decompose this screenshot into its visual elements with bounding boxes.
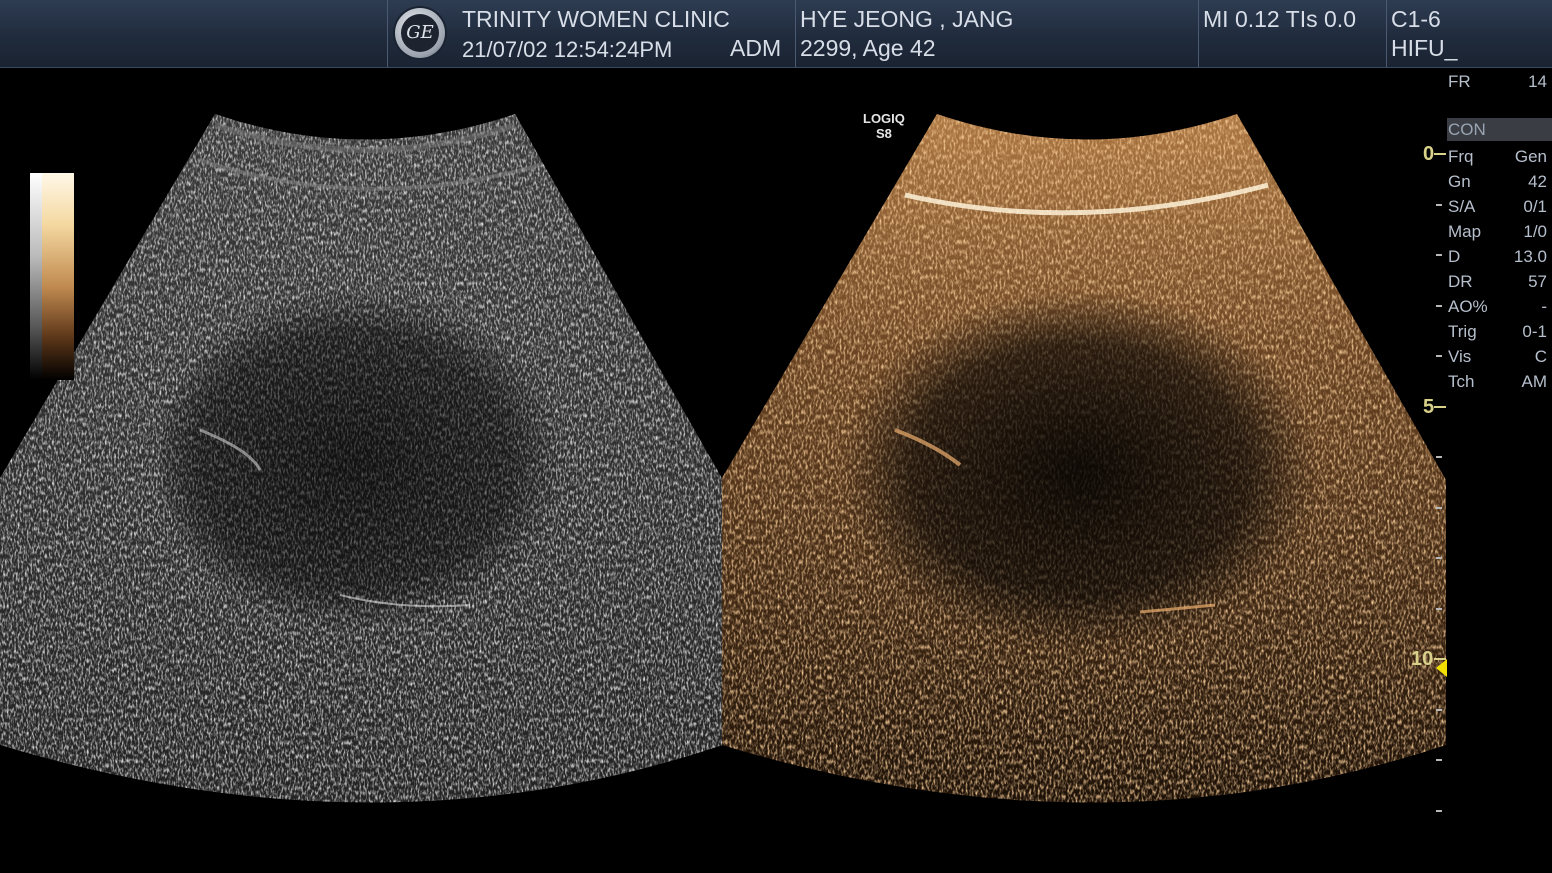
depth-tick-major [1434,153,1446,155]
param-value: 0-1 [1522,322,1547,341]
param-value: C [1534,347,1547,366]
param-label: Vis [1448,347,1472,366]
param-value: 13.0 [1513,247,1547,266]
param-sa: S/A 0/1 [1448,197,1549,219]
param-label: D [1448,247,1461,266]
bmode-image[interactable] [0,100,724,820]
param-value: AM [1521,372,1548,391]
depth-tick [1436,254,1442,256]
param-value: - [1541,297,1547,316]
param-label: DR [1448,272,1473,291]
depth-tick [1436,506,1442,509]
depth-tick [1436,557,1442,559]
param-label: AO% [1448,297,1488,316]
param-value: Gen [1514,147,1547,166]
depth-label: 0 [1423,143,1435,165]
focus-marker-icon[interactable] [1436,659,1447,678]
depth-tick [1436,355,1442,357]
param-value: 1/0 [1523,222,1547,241]
depth-tick [1436,607,1442,610]
param-label: Tch [1448,372,1475,391]
system-label-model: LOGIQ [863,111,905,126]
param-label: Gn [1448,172,1471,191]
param-label: Map [1448,222,1482,241]
ultrasound-dual-view[interactable] [0,0,1552,873]
param-d: D 13.0 [1448,247,1549,269]
depth-tick [1436,456,1442,458]
param-ao: AO% - [1448,297,1549,319]
param-trig: Trig 0-1 [1448,322,1549,344]
param-dr: DR 57 [1448,272,1549,294]
param-value: 42 [1528,172,1547,191]
depth-tick [1436,809,1442,812]
system-label: LOGIQ S8 [863,111,905,141]
depth-tick-major [1434,405,1446,408]
system-label-submodel: S8 [875,126,892,141]
param-label: Frq [1448,147,1474,166]
param-map: Map 1/0 [1448,222,1549,244]
param-value: 0/1 [1523,197,1547,216]
depth-tick [1436,203,1442,206]
param-frq: Frq Gen [1448,147,1549,169]
mode-con-label[interactable]: CON [1447,118,1552,141]
param-label: Trig [1448,322,1477,341]
depth-label: 10 [1411,648,1434,670]
param-label: S/A [1448,197,1476,216]
depth-tick [1436,708,1442,711]
param-vis: Vis C [1448,347,1549,369]
param-value: 57 [1528,272,1547,291]
param-tch: Tch AM [1448,372,1549,394]
depth-label: 5 [1423,395,1435,418]
depth-tick [1436,759,1442,761]
param-fr: FR 14 [1448,72,1547,91]
depth-tick [1436,304,1442,307]
color-map-bar [30,173,74,380]
contrast-image[interactable] [722,100,1446,820]
param-gn: Gn 42 [1448,172,1549,194]
